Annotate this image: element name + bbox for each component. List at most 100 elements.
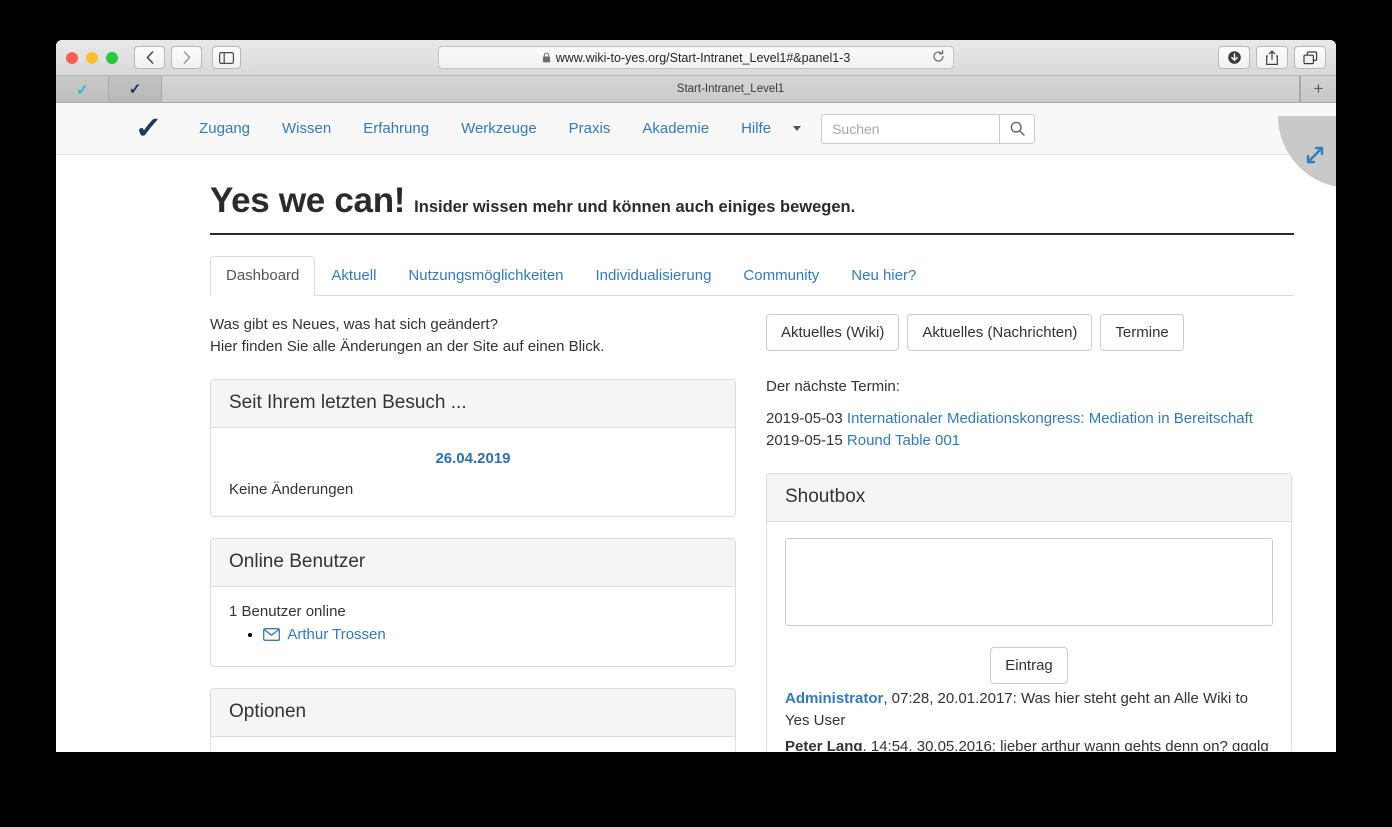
search-button[interactable] <box>999 114 1035 144</box>
checkmark-icon: ✓ <box>76 83 88 95</box>
intro-line-2: Hier finden Sie alle Änderungen an der S… <box>210 336 736 358</box>
panel-title-shoutbox: Shoutbox <box>785 486 1273 508</box>
shoutbox-meta: , 07:28, 20.01.2017: <box>883 690 1021 707</box>
sidebar-toggle-button[interactable] <box>212 46 241 69</box>
shoutbox-meta: , 14:54, 30.05.2016: <box>863 738 1001 751</box>
toolbar-right-buttons <box>1218 46 1326 69</box>
address-bar[interactable]: www.wiki-to-yes.org/Start-Intranet_Level… <box>438 46 954 69</box>
tab-aktuell[interactable]: Aktuell <box>315 256 392 296</box>
menu-item-wissen[interactable]: Wissen <box>266 120 347 137</box>
content-tabs: Dashboard Aktuell Nutzungsmöglichkeiten … <box>210 255 1294 296</box>
downloads-icon <box>1227 50 1242 65</box>
close-window-button[interactable] <box>66 52 78 64</box>
tab-overview-button[interactable] <box>1294 46 1326 69</box>
forward-button[interactable] <box>171 46 202 69</box>
appointment-date: 2019-05-03 <box>766 410 843 427</box>
shoutbox-author-link[interactable]: Administrator <box>785 690 883 707</box>
resize-diagonal-icon <box>1304 144 1326 172</box>
page-title: Yes we can! <box>210 181 405 221</box>
panel-title-online-users: Online Benutzer <box>229 551 717 573</box>
list-item: Arthur Trossen <box>263 624 717 648</box>
search-group <box>821 114 1035 144</box>
online-user-link[interactable]: Arthur Trossen <box>287 626 385 643</box>
appointment-list: 2019-05-03 Internationaler Mediationskon… <box>766 408 1292 452</box>
menu-item-erfahrung[interactable]: Erfahrung <box>347 120 445 137</box>
minimize-window-button[interactable] <box>86 52 98 64</box>
downloads-button[interactable] <box>1218 46 1250 69</box>
tab-nutzungsmoeglichkeiten[interactable]: Nutzungsmöglichkeiten <box>392 256 579 296</box>
plus-icon: + <box>1314 79 1324 99</box>
shoutbox-author: Peter Lang <box>785 738 863 751</box>
lock-icon <box>542 52 551 63</box>
button-aktuelles-wiki[interactable]: Aktuelles (Wiki) <box>766 314 899 351</box>
tab-dashboard[interactable]: Dashboard <box>210 256 315 296</box>
shoutbox-submit-button[interactable]: Eintrag <box>990 647 1068 684</box>
search-icon <box>1010 121 1025 136</box>
menu-item-hilfe[interactable]: Hilfe <box>725 120 787 137</box>
shoutbox-input[interactable] <box>785 538 1273 626</box>
browser-toolbar: www.wiki-to-yes.org/Start-Intranet_Level… <box>56 40 1336 76</box>
appointment-date: 2019-05-15 <box>766 432 843 449</box>
panel-body: 26.04.2019 Keine Änderungen <box>211 428 735 516</box>
tab-overview-icon <box>1303 51 1318 65</box>
dashboard-columns: Was gibt es Neues, was hat sich geändert… <box>210 314 1294 751</box>
feed-button-row: Aktuelles (Wiki) Aktuelles (Nachrichten)… <box>766 314 1292 351</box>
panel-body: Startseite <box>211 737 735 751</box>
new-tab-button[interactable]: + <box>1300 76 1336 102</box>
appointment-row: 2019-05-03 Internationaler Mediationskon… <box>766 408 1292 430</box>
panel-options: Optionen Startseite <box>210 688 736 751</box>
panel-heading: Shoutbox <box>767 474 1291 522</box>
panel-title-last-visit: Seit Ihrem letzten Besuch ... <box>229 392 717 414</box>
sidebar-toggle-icon <box>219 52 234 64</box>
panel-heading: Optionen <box>211 689 735 737</box>
menu-item-praxis[interactable]: Praxis <box>553 120 627 137</box>
page-content: Yes we can! Insider wissen mehr und könn… <box>210 155 1294 751</box>
envelope-icon[interactable] <box>263 626 280 648</box>
search-input[interactable] <box>821 114 999 144</box>
last-visit-status: Keine Änderungen <box>229 481 717 498</box>
share-button[interactable] <box>1256 46 1288 69</box>
reload-icon[interactable] <box>932 50 945 66</box>
browser-tab-title: Start-Intranet_Level1 <box>677 83 784 95</box>
next-appointment-label: Der nächste Termin: <box>766 378 1292 395</box>
panel-heading: Seit Ihrem letzten Besuch ... <box>211 380 735 428</box>
panel-shoutbox: Shoutbox Eintrag Administrator, 07:28, 2… <box>766 473 1292 751</box>
intro-line-1: Was gibt es Neues, was hat sich geändert… <box>210 314 736 336</box>
browser-tab-2[interactable]: ✓ <box>109 76 162 102</box>
appointment-row: 2019-05-15 Round Table 001 <box>766 430 1292 452</box>
chevron-down-icon[interactable] <box>793 126 801 131</box>
left-column: Was gibt es Neues, was hat sich geändert… <box>210 314 736 751</box>
navigation-buttons <box>134 46 202 69</box>
address-bar-container: www.wiki-to-yes.org/Start-Intranet_Level… <box>438 46 954 69</box>
menu-item-zugang[interactable]: Zugang <box>183 120 266 137</box>
last-visit-date[interactable]: 26.04.2019 <box>229 450 717 467</box>
panel-online-users: Online Benutzer 1 Benutzer online <box>210 538 736 667</box>
resize-corner-widget[interactable] <box>1278 130 1336 188</box>
online-user-list: Arthur Trossen <box>229 624 717 648</box>
address-bar-url: www.wiki-to-yes.org/Start-Intranet_Level… <box>556 51 851 65</box>
forward-chevron-icon <box>183 51 191 64</box>
appointment-link[interactable]: Internationaler Mediationskongress: Medi… <box>847 410 1253 427</box>
menu-item-akademie[interactable]: Akademie <box>626 120 725 137</box>
checkmark-icon: ✓ <box>129 82 142 97</box>
main-menu: Zugang Wissen Erfahrung Werkzeuge Praxis… <box>183 120 815 137</box>
panel-last-visit: Seit Ihrem letzten Besuch ... 26.04.2019… <box>210 379 736 517</box>
tab-individualisierung[interactable]: Individualisierung <box>580 256 728 296</box>
button-aktuelles-nachrichten[interactable]: Aktuelles (Nachrichten) <box>907 314 1092 351</box>
checkmark-logo-icon[interactable]: ✓ <box>134 114 162 144</box>
back-button[interactable] <box>134 46 165 69</box>
button-termine[interactable]: Termine <box>1100 314 1183 351</box>
page-subtitle: Insider wissen mehr und können auch eini… <box>414 198 855 217</box>
page-viewport: ✓ Zugang Wissen Erfahrung Werkzeuge Prax… <box>56 103 1336 751</box>
tab-community[interactable]: Community <box>727 256 835 296</box>
appointment-link[interactable]: Round Table 001 <box>847 432 960 449</box>
right-column: Aktuelles (Wiki) Aktuelles (Nachrichten)… <box>766 314 1292 751</box>
back-chevron-icon <box>146 51 154 64</box>
maximize-window-button[interactable] <box>106 52 118 64</box>
menu-item-werkzeuge[interactable]: Werkzeuge <box>445 120 553 137</box>
page-header: Yes we can! Insider wissen mehr und könn… <box>210 181 1294 235</box>
tab-neu-hier[interactable]: Neu hier? <box>835 256 932 296</box>
browser-tab-active-title[interactable]: Start-Intranet_Level1 <box>162 76 1300 102</box>
shoutbox-submit-row: Eintrag <box>785 647 1273 684</box>
browser-tab-1[interactable]: ✓ <box>56 76 109 102</box>
